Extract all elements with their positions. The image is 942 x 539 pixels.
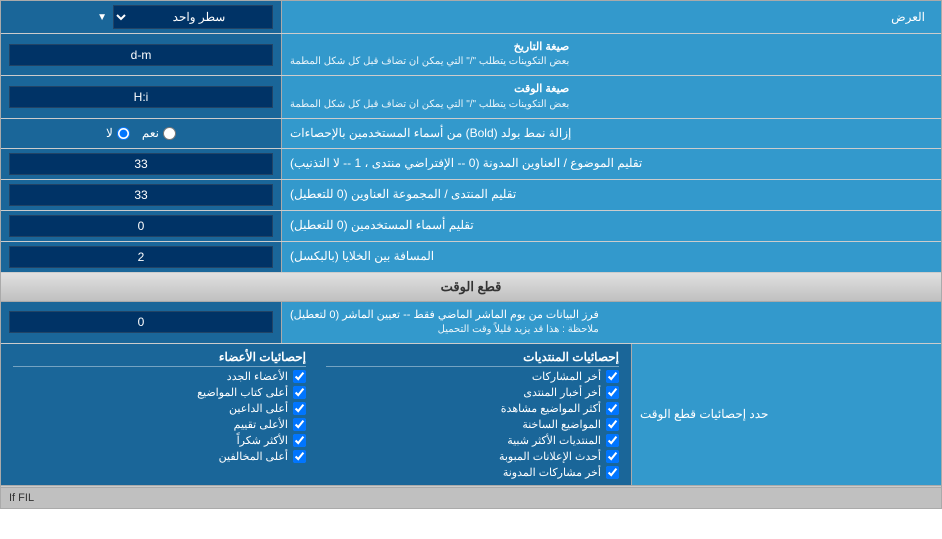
stat-col2-item6[interactable]: أعلى المخالفين <box>13 450 306 463</box>
bold-no-radio[interactable] <box>117 127 130 140</box>
col2-header: إحصائيات الأعضاء <box>13 350 306 367</box>
stat-col1-item6[interactable]: أحدث الإعلانات المبوبة <box>326 450 619 463</box>
page-title: العرض <box>891 9 925 26</box>
topic-order-label: تقليم الموضوع / العناوين المدونة (0 -- ا… <box>290 155 642 172</box>
bold-yes-radio[interactable] <box>163 127 176 140</box>
time-filter-sublabel: ملاحظة : هذا قد يزيد قليلاً وقت التحميل <box>290 323 599 337</box>
footer-note: If FIL <box>9 492 34 504</box>
date-format-input[interactable] <box>9 44 273 66</box>
col1-header: إحصائيات المنتديات <box>326 350 619 367</box>
stat-col2-item5[interactable]: الأكثر شكراً <box>13 434 306 447</box>
usernames-trim-input[interactable] <box>9 215 273 237</box>
time-format-label: صيغة الوقت <box>290 82 569 97</box>
stat-col2-item1[interactable]: الأعضاء الجدد <box>13 370 306 383</box>
bold-no-label[interactable]: لا <box>106 126 130 140</box>
time-section-header: قطع الوقت <box>1 273 941 302</box>
stat-col1-item3[interactable]: أكثر المواضيع مشاهدة <box>326 402 619 415</box>
stats-section-label: حدد إحصائيات قطع الوقت <box>640 406 768 423</box>
stat-col1-item5[interactable]: المنتديات الأكثر شبية <box>326 434 619 447</box>
stat-col1-item4[interactable]: المواضيع الساخنة <box>326 418 619 431</box>
forum-order-label: تقليم المنتدى / المجموعة العناوين (0 للت… <box>290 186 516 203</box>
usernames-trim-label: تقليم أسماء المستخدمين (0 للتعطيل) <box>290 217 474 234</box>
time-format-sublabel: بعض التكوينات يتطلب "/" التي يمكن ان تضا… <box>290 98 569 112</box>
date-format-sublabel: بعض التكوينات يتطلب "/" التي يمكن ان تضا… <box>290 55 569 69</box>
date-format-label: صيغة التاريخ <box>290 40 569 55</box>
stat-col2-item4[interactable]: الأعلى تقييم <box>13 418 306 431</box>
lines-select[interactable]: سطر واحد سطران ثلاثة أسطر <box>113 5 273 29</box>
bold-yes-text: نعم <box>142 126 159 140</box>
bold-yes-label[interactable]: نعم <box>142 126 176 140</box>
gap-input[interactable] <box>9 246 273 268</box>
stat-col2-item3[interactable]: أعلى الداعين <box>13 402 306 415</box>
forum-order-input[interactable] <box>9 184 273 206</box>
time-filter-input[interactable] <box>9 311 273 333</box>
stat-col2-item2[interactable]: أعلى كتاب المواضيع <box>13 386 306 399</box>
stat-col1-item1[interactable]: أخر المشاركات <box>326 370 619 383</box>
topic-order-input[interactable] <box>9 153 273 175</box>
gap-label: المسافة بين الخلايا (بالبكسل) <box>290 248 434 265</box>
time-filter-label: فرز البيانات من يوم الماشر الماضي فقط --… <box>290 308 599 323</box>
bold-no-text: لا <box>106 126 113 140</box>
stat-col1-item7[interactable]: أخر مشاركات المدونة <box>326 466 619 479</box>
stat-col1-item2[interactable]: أخر أخبار المنتدى <box>326 386 619 399</box>
time-format-input[interactable] <box>9 86 273 108</box>
bold-stats-label: إزالة نمط بولد (Bold) من أسماء المستخدمي… <box>290 125 571 142</box>
select-icon: ▼ <box>97 12 107 23</box>
